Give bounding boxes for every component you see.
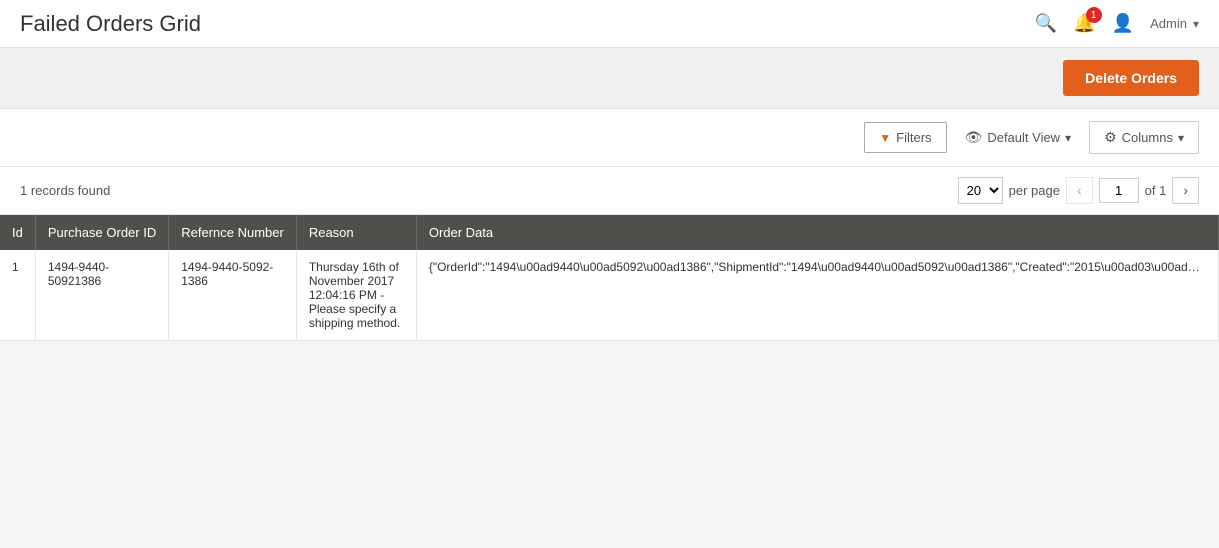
user-menu-button[interactable] [1112, 13, 1134, 34]
cell-id: 1 [0, 250, 35, 341]
col-header-purchase-order-id: Purchase Order ID [35, 215, 168, 250]
cell-reference-number: 1494-9440-5092-1386 [169, 250, 297, 341]
page-of-label: of 1 [1145, 183, 1167, 198]
user-name-label: Admin [1150, 16, 1187, 31]
total-pages: 1 [1159, 183, 1166, 198]
default-view-label: Default View [987, 130, 1060, 145]
next-page-button[interactable]: › [1172, 177, 1199, 204]
col-header-reference-number: Refernce Number [169, 215, 297, 250]
filters-label: Filters [896, 130, 931, 145]
columns-chevron-icon [1178, 130, 1184, 145]
columns-button[interactable]: Columns [1089, 121, 1199, 154]
eye-icon [965, 129, 983, 146]
search-button[interactable] [1035, 13, 1057, 34]
notification-badge: 1 [1086, 7, 1102, 23]
pagination: 20 30 50 per page ‹ of 1 › [958, 177, 1199, 204]
user-chevron-icon [1193, 16, 1199, 31]
header: Failed Orders Grid 🔔 1 Admin [0, 0, 1219, 48]
cell-reason: Thursday 16th of November 2017 12:04:16 … [296, 250, 416, 341]
user-label-section[interactable]: Admin [1150, 16, 1199, 31]
toolbar-strip: Delete Orders [0, 48, 1219, 109]
filters-button[interactable]: ▼ Filters [864, 122, 946, 153]
col-header-id: Id [0, 215, 35, 250]
cell-order-data: {"OrderId":"1494\u00ad9440\u00ad5092\u00… [416, 250, 1218, 341]
grid-table: Id Purchase Order ID Refernce Number Rea… [0, 215, 1219, 341]
col-header-order-data: Order Data [416, 215, 1218, 250]
filter-bar: ▼ Filters Default View Columns [0, 109, 1219, 167]
cell-purchase-order-id: 1494-9440-50921386 [35, 250, 168, 341]
funnel-icon: ▼ [879, 131, 891, 145]
notifications-button[interactable]: 🔔 1 [1073, 13, 1095, 34]
records-bar: 1 records found 20 30 50 per page ‹ of 1… [0, 167, 1219, 215]
view-chevron-icon [1065, 130, 1071, 145]
of-text: of [1145, 183, 1156, 198]
records-found-label: 1 records found [20, 183, 110, 198]
delete-orders-button[interactable]: Delete Orders [1063, 60, 1199, 96]
prev-page-button[interactable]: ‹ [1066, 177, 1093, 204]
user-icon [1112, 13, 1134, 33]
search-icon [1035, 13, 1057, 33]
default-view-button[interactable]: Default View [957, 122, 1080, 153]
page-number-input[interactable] [1099, 178, 1139, 203]
grid-header-row: Id Purchase Order ID Refernce Number Rea… [0, 215, 1219, 250]
header-icons: 🔔 1 Admin [1035, 13, 1199, 34]
columns-label: Columns [1122, 130, 1173, 145]
per-page-select[interactable]: 20 30 50 [958, 177, 1003, 204]
per-page-label: per page [1009, 183, 1060, 198]
table-row: 11494-9440-509213861494-9440-5092-1386Th… [0, 250, 1219, 341]
gear-icon [1104, 129, 1117, 146]
col-header-reason: Reason [296, 215, 416, 250]
grid-container: Id Purchase Order ID Refernce Number Rea… [0, 215, 1219, 341]
page-title: Failed Orders Grid [20, 11, 201, 37]
